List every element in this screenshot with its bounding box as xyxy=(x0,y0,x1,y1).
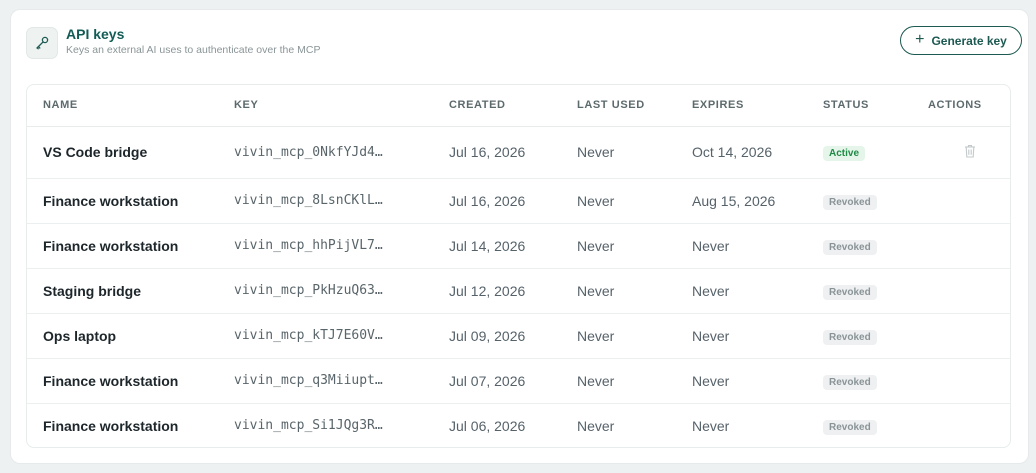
last-used: Never xyxy=(561,178,676,224)
expires-date: Never xyxy=(676,223,807,269)
trash-icon[interactable] xyxy=(964,144,976,158)
created-date: Jul 07, 2026 xyxy=(433,358,561,404)
actions-cell xyxy=(912,178,1010,224)
actions-cell xyxy=(912,403,1010,447)
status-badge: Revoked xyxy=(823,239,877,255)
created-date: Jul 12, 2026 xyxy=(433,268,561,314)
key-name: Finance workstation xyxy=(27,223,218,269)
key-name: Finance workstation xyxy=(27,178,218,224)
expires-date: Never xyxy=(676,313,807,359)
last-used: Never xyxy=(561,268,676,314)
status-cell: Revoked xyxy=(807,313,912,359)
actions-cell xyxy=(912,126,1010,179)
expires-date: Never xyxy=(676,268,807,314)
key-name: Ops laptop xyxy=(27,313,218,359)
created-date: Jul 16, 2026 xyxy=(433,126,561,179)
column-header-expires: EXPIRES xyxy=(676,85,807,127)
card-header: API keys Keys an external AI uses to aut… xyxy=(26,24,1022,60)
table-row: Finance workstation vivin_mcp_hhPijVL7… Ju… xyxy=(27,223,1010,269)
key-name: VS Code bridge xyxy=(27,126,218,179)
key-value: vivin_mcp_8LsnCKlL… xyxy=(218,178,433,224)
key-value: vivin_mcp_hhPijVL7… xyxy=(218,223,433,269)
created-date: Jul 06, 2026 xyxy=(449,417,526,434)
expires-date: Aug 15, 2026 xyxy=(676,178,807,224)
status-badge: Revoked xyxy=(823,329,877,345)
status-badge: Revoked xyxy=(823,374,877,390)
created-date: Jul 16, 2026 xyxy=(433,178,561,224)
expires-date: Oct 14, 2026 xyxy=(676,126,807,179)
status-badge: Revoked xyxy=(823,194,877,210)
actions-cell xyxy=(912,358,1010,404)
key-value: vivin_mcp_kTJ7E60V… xyxy=(218,313,433,359)
status-badge: Revoked xyxy=(823,284,877,300)
status-badge: Revoked xyxy=(823,419,877,435)
status-cell: Active xyxy=(807,126,912,179)
status-cell: Revoked xyxy=(807,268,912,314)
last-used: Never xyxy=(561,126,676,179)
actions-cell xyxy=(912,268,1010,314)
key-value: vivin_mcp_PkHzuQ63… xyxy=(218,268,433,314)
key-value: vivin_mcp_0NkfYJd4… xyxy=(218,126,433,179)
generate-key-button[interactable]: + Generate key xyxy=(900,26,1022,55)
table-row: Finance workstation vivin_mcp_Si1JQg3R… Ju… xyxy=(27,403,1010,447)
status-cell: Revoked xyxy=(807,178,912,224)
key-name: Staging bridge xyxy=(27,268,218,314)
last-used: Never xyxy=(561,358,676,404)
last-used: Never xyxy=(561,223,676,269)
column-header-key: KEY xyxy=(218,85,433,127)
created-date: Jul 09, 2026 xyxy=(433,313,561,359)
status-cell: Revoked xyxy=(807,358,912,404)
expires-date: Never xyxy=(692,417,730,434)
api-keys-table: NAME KEY CREATED LAST USED EXPIRES STATUS ACTI… xyxy=(26,84,1011,448)
status-cell: Revoked xyxy=(807,223,912,269)
column-header-name: NAME xyxy=(27,85,218,127)
actions-cell xyxy=(912,313,1010,359)
status-cell: Revoked xyxy=(807,403,912,447)
table-row: Ops laptop vivin_mcp_kTJ7E60V… Jul 09, 202… xyxy=(27,313,1010,359)
last-used: Never xyxy=(577,417,615,434)
column-header-status: STATUS xyxy=(807,85,912,127)
table-row: Finance workstation vivin_mcp_8LsnCKlL… Ju… xyxy=(27,178,1010,224)
key-name: Finance workstation xyxy=(27,358,218,404)
generate-key-label: Generate key xyxy=(931,33,1007,48)
page-subtitle: Keys an external AI uses to authenticate… xyxy=(66,44,321,56)
status-badge: Active xyxy=(823,146,866,161)
api-keys-card: API keys Keys an external AI uses to aut… xyxy=(10,9,1029,464)
column-header-actions: ACTIONS xyxy=(912,85,1010,127)
actions-cell xyxy=(912,223,1010,269)
expires-date: Never xyxy=(676,358,807,404)
column-header-last-used: LAST USED xyxy=(561,85,676,127)
last-used: Never xyxy=(561,313,676,359)
key-value: vivin_mcp_q3Miiupt… xyxy=(218,358,433,404)
table-header-row: NAME KEY CREATED LAST USED EXPIRES STATUS ACTI… xyxy=(27,85,1010,127)
key-name: Finance workstation xyxy=(43,417,179,434)
created-date: Jul 14, 2026 xyxy=(433,223,561,269)
key-value: vivin_mcp_Si1JQg3R… xyxy=(234,418,383,434)
page-title: API keys xyxy=(66,26,125,42)
table-row: Staging bridge vivin_mcp_PkHzuQ63… Jul 12,… xyxy=(27,268,1010,314)
column-header-created: CREATED xyxy=(433,85,561,127)
key-icon xyxy=(26,27,58,59)
table-row: VS Code bridge vivin_mcp_0NkfYJd4… Jul 16,… xyxy=(27,126,1010,179)
plus-icon: + xyxy=(915,30,925,48)
table-row: Finance workstation vivin_mcp_q3Miiupt… Ju… xyxy=(27,358,1010,404)
